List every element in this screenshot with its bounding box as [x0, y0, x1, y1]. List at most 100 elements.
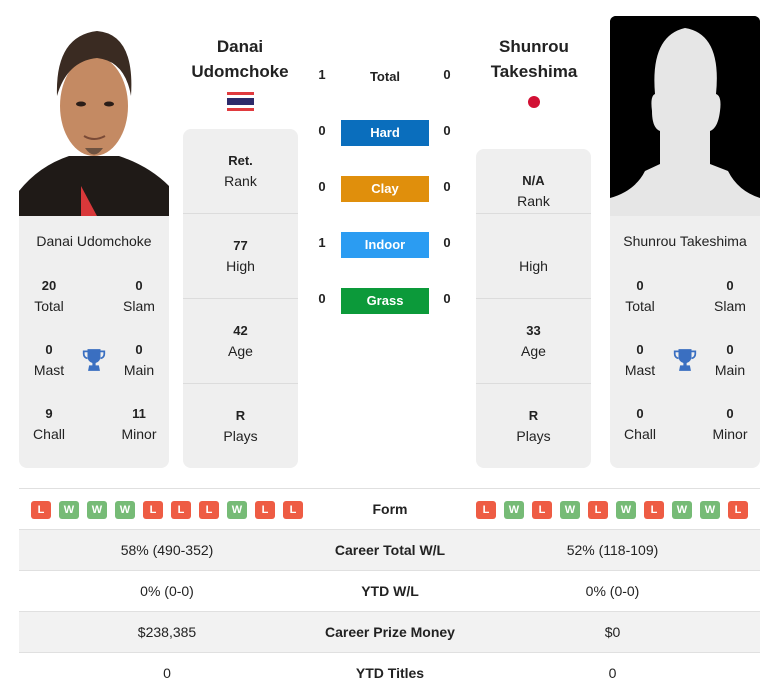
stat-value: 0	[636, 406, 644, 421]
form-loss-badge[interactable]: L	[171, 501, 191, 519]
surface-indoor-button[interactable]: Indoor	[341, 232, 429, 258]
info-value: 42	[233, 323, 248, 338]
info-plays: R Plays	[183, 384, 298, 468]
info-age: 42 Age	[183, 299, 298, 384]
form-loss-badge[interactable]: L	[283, 501, 303, 519]
ytd-wl-right: 0% (0-0)	[585, 583, 640, 599]
career-wl-label: Career Total W/L	[334, 542, 446, 558]
form-loss-badge[interactable]: L	[728, 501, 748, 519]
stat-value: 0	[636, 278, 644, 293]
stat-value: 0	[726, 278, 734, 293]
title-last-name: Udomchoke	[191, 62, 289, 81]
h2h-total-left: 1	[318, 67, 326, 82]
titles-mast: 0 Mast	[610, 340, 670, 380]
h2h-total-right: 0	[443, 67, 451, 82]
table-row-ytd-wl: 0% (0-0) YTD W/L 0% (0-0)	[19, 571, 760, 612]
trophy-icon	[673, 349, 697, 371]
h2h-grass-right: 0	[443, 291, 451, 306]
player-info-card-right: N/A Rank High 33 Age R Plays	[476, 149, 591, 468]
form-win-badge[interactable]: W	[672, 501, 692, 519]
titles-minor: 11 Minor	[109, 404, 169, 444]
form-win-badge[interactable]: W	[504, 501, 524, 519]
stat-value: 0	[726, 342, 734, 357]
title-first-name: Shunrou	[499, 37, 569, 56]
player-name[interactable]: Shunrou Takeshima	[610, 233, 760, 249]
surface-clay-button[interactable]: Clay	[341, 176, 429, 202]
info-age: 33 Age	[476, 299, 591, 384]
ytd-wl-left: 0% (0-0)	[140, 583, 194, 599]
player-title-right[interactable]: Shunrou Takeshima	[464, 34, 604, 84]
stat-value: 20	[41, 278, 57, 293]
table-row-form: LWWWLLLWLL Form LWLWLWLWWL	[19, 489, 760, 530]
info-label: Age	[521, 343, 546, 359]
title-last-name: Takeshima	[490, 62, 578, 81]
info-label: Plays	[516, 428, 551, 444]
form-loss-badge[interactable]: L	[532, 501, 552, 519]
form-win-badge[interactable]: W	[59, 501, 79, 519]
career-wl-left: 58% (490-352)	[120, 542, 214, 558]
player-photo-right	[610, 16, 760, 216]
career-wl-right: 52% (118-109)	[566, 542, 659, 558]
form-loss-badge[interactable]: L	[476, 501, 496, 519]
form-loss-badge[interactable]: L	[588, 501, 608, 519]
form-win-badge[interactable]: W	[700, 501, 720, 519]
form-loss-badge[interactable]: L	[199, 501, 219, 519]
table-row-career-wl: 58% (490-352) Career Total W/L 52% (118-…	[19, 530, 760, 571]
h2h-indoor-left: 1	[318, 235, 326, 250]
player-title-left[interactable]: Danai Udomchoke	[170, 34, 310, 84]
surface-grass-button[interactable]: Grass	[341, 288, 429, 314]
player-photo-left	[19, 16, 169, 216]
silhouette-icon	[610, 16, 760, 216]
titles-total: 20 Total	[19, 276, 79, 316]
info-value: Ret.	[228, 153, 253, 168]
h2h-hard-left: 0	[318, 123, 326, 138]
titles-chall: 0 Chall	[610, 404, 670, 444]
info-value: 33	[526, 323, 541, 338]
titles-total: 0 Total	[610, 276, 670, 316]
thailand-flag-icon	[227, 92, 254, 111]
form-loss-badge[interactable]: L	[644, 501, 664, 519]
ytd-wl-label: YTD W/L	[361, 583, 419, 599]
form-win-badge[interactable]: W	[87, 501, 107, 519]
titles-minor: 0 Minor	[700, 404, 760, 444]
info-label: High	[226, 258, 255, 274]
info-label: Age	[228, 343, 253, 359]
form-win-badge[interactable]: W	[616, 501, 636, 519]
h2h-indoor-right: 0	[443, 235, 451, 250]
h2h-clay-left: 0	[318, 179, 326, 194]
info-high: High	[476, 214, 591, 299]
stat-label: Main	[714, 362, 746, 378]
form-loss-badge[interactable]: L	[255, 501, 275, 519]
ytd-titles-label: YTD Titles	[355, 665, 425, 681]
form-badges-right: LWLWLWLWWL	[476, 501, 748, 519]
player-info-card-left: Ret. Rank 77 High 42 Age R Plays	[183, 129, 298, 468]
stat-value: 0	[45, 342, 53, 357]
player-name[interactable]: Danai Udomchoke	[19, 233, 169, 249]
titles-chall: 9 Chall	[19, 404, 79, 444]
titles-slam: 0 Slam	[700, 276, 760, 316]
player-titles-card-right: Shunrou Takeshima 0 Total 0 Slam 0 Mast 0 Ma…	[610, 216, 760, 468]
h2h-clay-right: 0	[443, 179, 451, 194]
info-high: 77 High	[183, 214, 298, 299]
info-value: R	[235, 408, 246, 423]
form-win-badge[interactable]: W	[115, 501, 135, 519]
trophy-icon	[82, 349, 106, 371]
ytd-titles-left: 0	[163, 665, 171, 681]
form-loss-badge[interactable]: L	[31, 501, 51, 519]
info-rank: Ret. Rank	[183, 129, 298, 214]
info-label: Rank	[517, 193, 550, 209]
info-label: High	[519, 258, 548, 274]
stat-label: Mast	[33, 362, 65, 378]
form-label: Form	[372, 501, 408, 517]
stat-label: Main	[123, 362, 155, 378]
surface-hard-button[interactable]: Hard	[341, 120, 429, 146]
form-win-badge[interactable]: W	[560, 501, 580, 519]
japan-flag-icon	[528, 96, 540, 108]
form-win-badge[interactable]: W	[227, 501, 247, 519]
comparison-table: LWWWLLLWLL Form LWLWLWLWWL 58% (490-352)…	[19, 488, 760, 694]
titles-mast: 0 Mast	[19, 340, 79, 380]
info-plays: R Plays	[476, 384, 591, 468]
form-loss-badge[interactable]: L	[143, 501, 163, 519]
prize-money-label: Career Prize Money	[325, 624, 455, 640]
stat-value: 0	[135, 342, 143, 357]
